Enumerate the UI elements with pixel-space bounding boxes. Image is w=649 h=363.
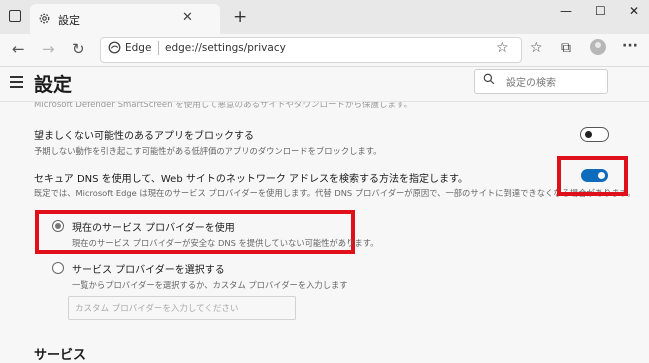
close-tab-icon[interactable]: ✕: [182, 10, 193, 25]
current-provider-label[interactable]: 現在のサービス プロバイダーを使用: [72, 219, 235, 234]
choose-provider-label[interactable]: サービス プロバイダーを選択する: [72, 261, 225, 276]
tab-settings[interactable]: 設定 ✕: [30, 4, 220, 34]
toggle-knob: [585, 131, 592, 138]
avatar-head-icon: [595, 42, 601, 48]
new-tab-button[interactable]: +: [233, 7, 247, 27]
current-provider-desc: 現在のサービス プロバイダーが安全な DNS を提供していない可能性があります。: [72, 238, 379, 248]
secure-dns-desc: 既定では、Microsoft Edge は現在のサービス プロバイダーを使用しま…: [34, 188, 636, 198]
radio-choose-provider[interactable]: [52, 262, 64, 274]
back-button[interactable]: ←: [12, 40, 25, 58]
favorite-star-icon[interactable]: ☆: [496, 40, 509, 56]
edge-logo-icon: [108, 41, 121, 54]
secure-dns-title: セキュア DNS を使用して、Web サイトのネットワーク アドレスを検索する方…: [34, 174, 469, 185]
address-url[interactable]: edge://settings/privacy: [165, 42, 286, 54]
favorites-icon[interactable]: ☆: [530, 40, 543, 56]
pua-desc: 予期しない動作を引き起こす可能性がある低評価のアプリのダウンロードをブロックしま…: [34, 146, 382, 156]
pua-title: 望ましくない可能性のあるアプリをブロックする: [34, 131, 254, 142]
forward-button[interactable]: →: [42, 40, 55, 58]
search-placeholder: 設定の検索: [506, 78, 556, 89]
more-menu-icon[interactable]: ···: [622, 38, 638, 54]
pua-toggle[interactable]: [580, 127, 609, 142]
radio-current-provider[interactable]: [52, 220, 64, 232]
custom-provider-placeholder: カスタム プロバイダーを入力してください: [75, 304, 239, 314]
minimize-button[interactable]: —: [560, 4, 572, 18]
choose-provider-desc: 一覧からプロバイダーを選択するか、カスタム プロバイダーを入力します: [72, 280, 348, 290]
maximize-button[interactable]: ☐: [595, 4, 606, 18]
radio-dot: [55, 223, 61, 229]
secure-dns-toggle[interactable]: [581, 169, 608, 182]
smartscreen-desc-cut: Microsoft Defender SmartScreen を使用して悪意のあ…: [34, 102, 413, 110]
address-separator: [158, 41, 159, 55]
clip-region: Microsoft Defender SmartScreen を使用して悪意のあ…: [0, 102, 649, 110]
page-title: 設定: [34, 74, 73, 96]
close-window-button[interactable]: ✕: [629, 4, 639, 18]
refresh-button[interactable]: ↻: [72, 40, 85, 58]
menu-icon[interactable]: [10, 76, 23, 91]
site-label: Edge: [125, 42, 152, 54]
toggle-knob: [598, 172, 605, 179]
gear-icon: [39, 13, 50, 24]
tab-title: 設定: [58, 14, 80, 27]
tab-actions-icon[interactable]: [9, 10, 21, 22]
address-input[interactable]: [100, 37, 522, 63]
collections-icon[interactable]: ⧉: [561, 40, 571, 56]
search-icon: [483, 73, 495, 85]
